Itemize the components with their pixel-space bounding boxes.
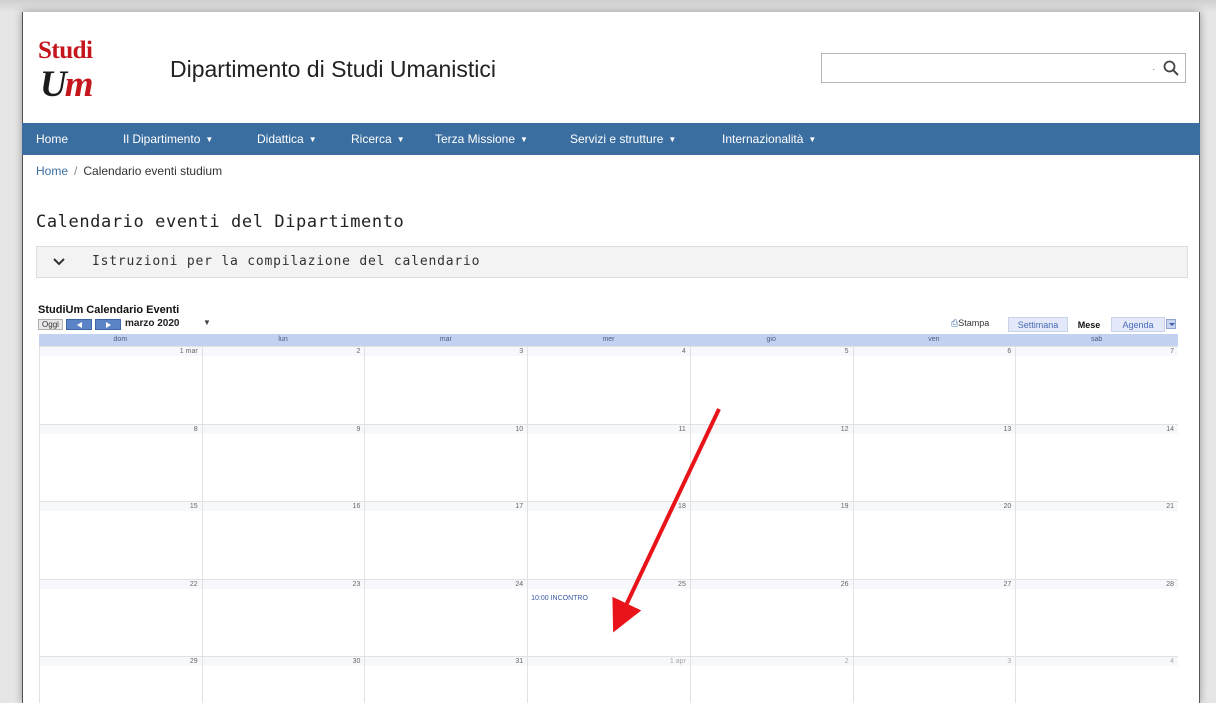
web-page: Studi Um Dipartimento di Studi Umanistic… bbox=[22, 12, 1200, 703]
red-arrow-annotation bbox=[612, 408, 721, 633]
top-shadow bbox=[0, 0, 1216, 12]
